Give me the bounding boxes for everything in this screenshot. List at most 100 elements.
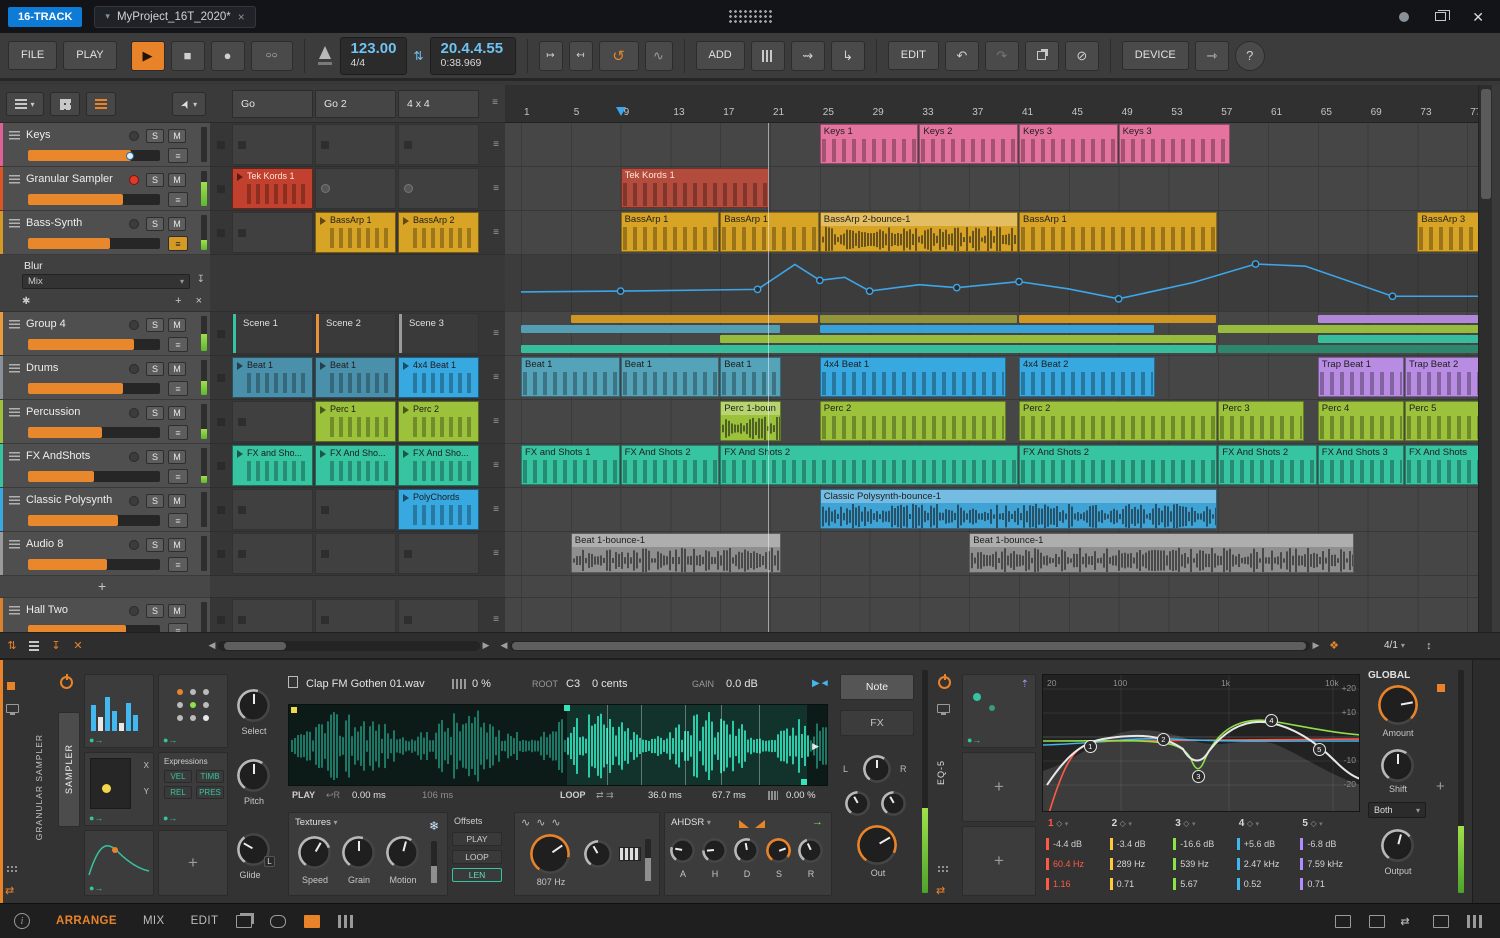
arranger-scroll-left-icon[interactable]: ◀ [498,640,510,651]
volume-slider[interactable] [28,339,160,350]
eq-add-modulator-button-2[interactable]: + [962,826,1036,896]
timesig-value[interactable]: 4/4 [351,57,397,70]
playhead-line[interactable] [767,123,769,632]
empty-clip-slot[interactable] [315,599,396,632]
monitor-button[interactable] [129,606,139,616]
solo-button[interactable]: S [146,217,164,231]
tempo-value[interactable]: 123.00 [351,41,397,58]
offset-len-button[interactable]: LEN [452,868,502,882]
track-routing-button[interactable]: ≡ [168,513,188,528]
transport-record-button[interactable]: ● [210,40,245,71]
transport-stop-button[interactable]: ■ [170,40,205,71]
row-options-icon[interactable]: ≡ [493,139,499,150]
eq-band-2-db-value[interactable]: -3.4 dB [1117,839,1146,849]
empty-clip-slot[interactable] [232,599,313,632]
add-track-row[interactable]: + [0,576,210,598]
mixer-strip-icon[interactable] [750,40,785,71]
track-routing-button[interactable]: ≡ [168,623,188,632]
arranger-clip[interactable]: FX And Shots 3 [1317,445,1404,485]
root-key-value[interactable]: C3 [566,678,580,690]
volume-slider[interactable] [28,427,160,438]
arranger-clip[interactable]: Beat 1 [521,357,620,397]
eq-add-modulator-button[interactable]: + [962,752,1036,822]
track-stop-button[interactable] [217,505,225,514]
tune-value[interactable]: 0 cents [592,678,627,690]
arranger-track-lane[interactable]: Tek Kords 1 [505,167,1478,211]
play-start-marker-icon[interactable] [615,107,626,116]
auto-scroll-icon[interactable]: ↧ [46,637,66,655]
grid-resolution-select[interactable]: 4/1 ▾ [1384,640,1405,651]
stretch-mode-icon[interactable] [452,679,466,689]
mod-output-icon[interactable]: ●→ [163,735,177,745]
eq-band-2-q-value[interactable]: 0.71 [1117,879,1135,889]
arranger-clip[interactable]: FX And Shots 2 [720,445,1018,485]
track-header-classic-polysynth[interactable]: Classic Polysynth S M ≡ [0,488,210,532]
eq-grid-icon[interactable] [937,865,949,873]
texture-mix-slider[interactable] [431,841,437,883]
stretch-amount[interactable]: 0 % [472,678,491,690]
zoom-sample-icon[interactable]: ▶◄ [812,678,830,689]
loop-start-value[interactable]: 36.0 ms [648,790,682,801]
launcher-clip[interactable]: PolyChords [398,489,479,530]
arranger-clip[interactable]: Keys 3 [1019,124,1118,164]
arranger-clip[interactable]: Beat 1-bounce-1 [969,533,1355,573]
time-value[interactable]: 0:38.969 [441,57,505,70]
arranger-clip[interactable]: BassArp 1 [720,212,819,252]
eq-band-5-db-value[interactable]: -6.8 dB [1307,839,1336,849]
pan-knob[interactable] [866,758,888,780]
eq-band-4-q-value[interactable]: 0.52 [1244,879,1262,889]
arranger-clip[interactable]: Beat 1 [720,357,782,397]
mute-button[interactable]: M [168,406,186,420]
arranger-scrollbar-thumb[interactable] [512,641,1306,650]
clip-play-icon[interactable] [237,362,243,370]
empty-clip-slot-armed[interactable] [398,168,479,209]
clip-play-icon[interactable] [320,450,326,458]
empty-clip-slot[interactable] [232,401,313,442]
row-options-icon[interactable]: ≡ [493,460,499,471]
volume-slider[interactable] [28,559,160,570]
clip-play-icon[interactable] [320,362,326,370]
filter-cutoff-knob[interactable] [533,837,567,871]
track-stop-button[interactable] [217,615,225,624]
mute-button[interactable]: M [168,450,186,464]
track-routing-button[interactable]: ≡ [168,236,188,251]
mute-button[interactable]: M [168,318,186,332]
offset-loop-button[interactable]: LOOP [452,850,502,864]
solo-button[interactable]: S [146,604,164,618]
modulator-steps-tile[interactable]: ●→ [84,674,154,748]
monitor-button[interactable] [129,364,139,374]
play-direction-icon[interactable]: ▶ [812,741,819,752]
select-knob[interactable] [240,692,267,719]
track-stop-button[interactable] [217,549,225,558]
eq-power-button[interactable] [938,674,951,689]
arranger-track-lane[interactable]: Perc 1-boun Perc 2 Perc 2 Perc 3 Perc 4 Perc … [505,400,1478,444]
arranger-track-lane[interactable] [505,312,1478,356]
track-name[interactable]: Classic Polysynth [26,494,112,506]
monitor-button[interactable] [129,540,139,550]
row-options-icon[interactable]: ≡ [493,183,499,194]
mute-button[interactable]: M [168,494,186,508]
clip-play-icon[interactable] [237,450,243,458]
reverse-icon[interactable]: ↩R [326,790,340,801]
arranger-clip[interactable]: BassArp 1 [620,212,720,252]
track-name[interactable]: Granular Sampler [26,173,113,185]
eq-band-handle-4[interactable]: 4 [1264,713,1278,727]
launcher-clip[interactable]: FX and Sho... [232,445,313,486]
mod-output-icon[interactable]: ●→ [89,813,103,823]
maximize-icon[interactable] [1435,10,1451,21]
transport-play-button[interactable]: ▶ [130,40,165,71]
empty-clip-slot[interactable] [398,533,479,574]
vertical-scrollbar[interactable] [1478,85,1492,632]
launcher-scroll-left-icon[interactable]: ◀ [206,640,218,651]
eq-shift-knob[interactable] [1384,752,1411,779]
send-a-knob[interactable] [848,794,867,813]
arranger-empty-lane[interactable] [505,576,1478,598]
launcher-scrollbar-thumb[interactable] [224,641,286,650]
monitor-button[interactable] [129,496,139,506]
monitor-button[interactable] [129,408,139,418]
eq-band-selector-2[interactable]: 2 ◇ ▾ [1112,818,1132,829]
arranger-view-icon[interactable] [86,92,116,116]
row-options-icon[interactable]: ≡ [493,548,499,559]
add-track-button[interactable]: + [98,578,106,594]
arranger-clip[interactable]: Perc 2 [1019,401,1218,441]
